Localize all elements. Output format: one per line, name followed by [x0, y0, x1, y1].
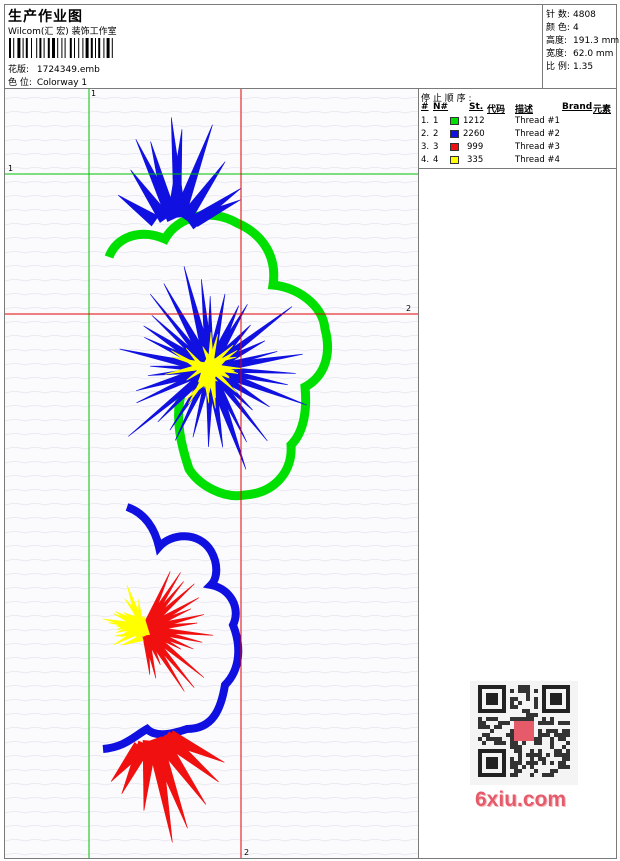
- row-index: 4.: [421, 155, 430, 165]
- design-file-row: 花版: 1724349.emb: [8, 62, 100, 75]
- thread-swatch-icon: [450, 117, 459, 125]
- thread-row[interactable]: 1. 1 1212 Thread #1: [419, 116, 616, 128]
- row-stitches: 999: [467, 142, 484, 152]
- col-header-description: 描述: [515, 105, 534, 115]
- stat-label: 颜 色:: [546, 23, 570, 33]
- stat-value: 4808: [573, 10, 596, 20]
- yellow-center-bottom: [102, 585, 151, 646]
- row-index: 2.: [421, 129, 430, 139]
- col-header-code: 代码: [487, 105, 506, 115]
- col-header-brand: Brand: [562, 102, 593, 112]
- stats-panel: 针 数: 4808 颜 色: 4 高度: 191.3 mm 宽度: 62.0 mm 比 …: [543, 5, 619, 89]
- row-description: Thread #1: [515, 116, 560, 126]
- company-name: Wilcom(汇 宏) 装饰工作室: [8, 27, 117, 37]
- row-needle: 1: [433, 116, 439, 126]
- watermark-text: 6xiu.com: [475, 788, 567, 811]
- embroidery-canvas[interactable]: 1 1 2 2: [5, 89, 419, 858]
- thread-sequence-table: 停 止 顺 序 : # N# St. 代码 描述 Brand 元素 1. 1 1…: [419, 89, 616, 169]
- row-needle: 4: [433, 155, 439, 165]
- colorway-row: 色 位: Colorway 1: [8, 75, 87, 88]
- stat-label: 宽度:: [546, 49, 568, 59]
- document-title: 生产作业图: [8, 9, 83, 25]
- thread-row[interactable]: 4. 4 335 Thread #4: [419, 155, 616, 167]
- row-needle: 2: [433, 129, 439, 139]
- row-needle: 3: [433, 142, 439, 152]
- stat-label: 针 数:: [546, 10, 570, 20]
- guide-label-h2: 2: [406, 304, 411, 313]
- row-stitches: 1212: [463, 116, 485, 126]
- embroidery-design: 1 1 2 2: [5, 89, 418, 858]
- col-header-index: #: [421, 102, 429, 112]
- row-stitches: 335: [467, 155, 484, 165]
- stat-scale: 比 例: 1.35: [546, 59, 593, 72]
- watermark-qr: [470, 681, 578, 785]
- row-description: Thread #3: [515, 142, 560, 152]
- barcode-icon: [9, 38, 113, 58]
- stat-height: 高度: 191.3 mm: [546, 33, 619, 46]
- row-description: Thread #2: [515, 129, 560, 139]
- stat-value: 62.0 mm: [573, 49, 614, 59]
- colorway-value: Colorway 1: [36, 78, 88, 88]
- design-label: 花版:: [8, 65, 30, 75]
- row-index: 3.: [421, 142, 430, 152]
- red-starburst: [141, 571, 214, 692]
- col-header-element: 元素: [593, 105, 612, 115]
- colorway-label: 色 位:: [8, 78, 32, 88]
- header-panel: 生产作业图 Wilcom(汇 宏) 装饰工作室 花版: 1724349.emb …: [5, 5, 543, 89]
- row-description: Thread #4: [515, 155, 560, 165]
- col-header-stitches: St.: [469, 102, 484, 112]
- qr-code-icon: [478, 685, 570, 777]
- row-stitches: 2260: [463, 129, 485, 139]
- stat-width: 宽度: 62.0 mm: [546, 46, 613, 59]
- thread-swatch-icon: [450, 143, 459, 151]
- col-header-needle: N#: [433, 102, 449, 112]
- embroidery-artwork: [102, 117, 332, 843]
- stat-value: 191.3 mm: [573, 36, 620, 46]
- design-file: 1724349.emb: [36, 65, 100, 75]
- thread-row[interactable]: 2. 2 2260 Thread #2: [419, 129, 616, 141]
- guide-label-v1: 1: [91, 89, 96, 98]
- stat-colors: 颜 色: 4: [546, 20, 579, 33]
- row-index: 1.: [421, 116, 430, 126]
- stat-value: 1.35: [573, 62, 594, 72]
- thread-row[interactable]: 3. 3 999 Thread #3: [419, 142, 616, 154]
- stat-label: 比 例:: [546, 62, 570, 72]
- thread-swatch-icon: [450, 130, 459, 138]
- red-leaf-cluster: [110, 730, 225, 843]
- stat-stitches: 针 数: 4808: [546, 7, 596, 20]
- guide-label-v2: 2: [244, 848, 249, 857]
- guide-label-h1: 1: [8, 164, 13, 173]
- stat-value: 4: [573, 23, 579, 33]
- stat-label: 高度:: [546, 36, 568, 46]
- thread-swatch-icon: [450, 156, 459, 164]
